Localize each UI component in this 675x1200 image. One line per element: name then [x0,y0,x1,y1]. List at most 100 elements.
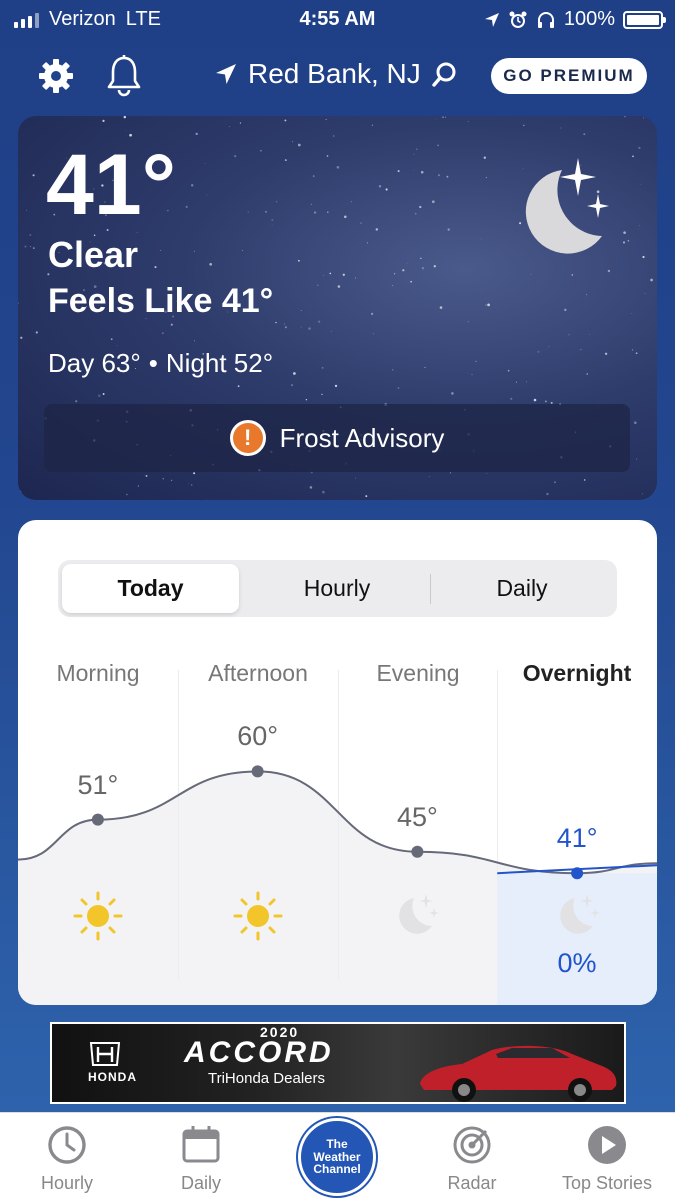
star-dot [325,119,327,121]
star-dot [300,310,302,311]
ad-dealer: TriHonda Dealers [208,1070,325,1087]
go-premium-button[interactable]: GO PREMIUM [491,58,647,94]
moon-icon [399,894,439,934]
current-conditions-card: 41° Clear Feels Like 41° Day 63° • Night… [18,116,657,500]
star-dot [102,119,105,123]
frost-advisory-banner[interactable]: ! Frost Advisory [44,404,630,472]
star-dot [633,421,637,425]
star-dot [308,327,311,330]
star-dot [321,367,324,369]
moon-stars-icon [525,158,609,254]
star-dot [632,155,634,158]
location-selector[interactable]: Red Bank, NJ [214,58,459,90]
alarm-icon [509,11,527,28]
temperature-point [411,845,424,858]
star-dot [185,205,188,209]
tab-radar-nav[interactable]: Radar [417,1123,527,1199]
star-dot [583,133,586,136]
ad-banner[interactable]: HONDA 2020 ACCORD TriHonda Dealers [50,1022,626,1104]
star-dot [310,203,312,205]
separator-dot: • [148,348,158,378]
current-temperature: 41° [46,137,177,233]
search-icon[interactable] [431,60,459,88]
tab-top-stories-nav[interactable]: Top Stories [552,1123,662,1199]
day-temp: Day 63° [48,348,141,378]
star-dot [161,332,164,335]
star-dot [194,340,196,342]
star-dot [586,373,588,375]
star-dot [545,400,547,403]
night-temp: Night 52° [165,348,274,378]
star-dot [30,246,31,247]
bell-icon [107,55,141,97]
star-dot [486,473,488,475]
star-dot [580,348,582,350]
car-image [420,1045,617,1102]
star-dot [284,159,287,162]
star-dot [360,222,362,224]
star-dot [228,126,230,127]
feels-like: Feels Like 41° [48,282,274,320]
notifications-button[interactable] [104,54,144,98]
star-dot [439,306,443,309]
star-dot [397,386,400,389]
star-dot [322,490,325,494]
star-dot [126,493,128,496]
star-dot [305,399,308,401]
temperature-point [571,867,584,880]
star-dot [421,266,425,270]
star-dot [333,135,335,137]
star-dot [630,313,632,314]
star-dot [451,392,454,395]
status-bar: Verizon LTE 4:55 AM 100% [0,0,675,38]
star-dot [26,209,28,211]
star-dot [110,338,113,341]
star-dot [485,177,487,178]
star-dot [560,127,562,129]
star-dot [650,278,653,282]
star-dot [350,201,352,203]
star-dot [483,156,486,159]
star-dot [312,175,315,177]
star-dot [190,484,193,486]
star-dot [644,293,646,294]
star-dot [522,124,525,127]
star-dot [271,219,274,221]
precip-chance-overnight: 0% [557,948,597,978]
star-dot [247,211,249,213]
twc-logo-text: The Weather Channel [313,1138,360,1176]
star-dot [342,273,345,276]
star-dot [239,122,241,124]
star-dot [205,499,207,500]
star-dot [437,174,441,177]
star-dot [284,326,287,329]
temp-label-evening: 45° [396,801,438,832]
star-dot [622,241,626,244]
star-dot [162,478,164,480]
star-dot [585,293,588,296]
star-dot [170,323,173,326]
star-dot [437,144,439,147]
battery-icon [623,10,666,29]
star-dot [327,211,329,213]
star-dot [548,346,550,348]
star-dot [515,381,518,383]
star-dot [487,303,490,307]
star-dot [317,284,319,287]
settings-button[interactable] [36,56,76,96]
star-dot [623,231,626,234]
star-dot [154,266,157,269]
star-dot [415,148,418,150]
tab-hourly-nav[interactable]: Hourly [12,1123,122,1199]
star-dot [206,194,208,196]
weather-channel-logo-button[interactable]: The Weather Channel [298,1118,376,1196]
star-dot [604,352,608,355]
star-dot [329,272,332,275]
star-dot [480,238,482,240]
star-dot [193,472,196,475]
star-dot [446,175,449,178]
star-dot [467,121,469,123]
star-dot [116,345,118,347]
tab-daily-nav[interactable]: Daily [146,1123,256,1199]
star-dot [640,183,642,185]
